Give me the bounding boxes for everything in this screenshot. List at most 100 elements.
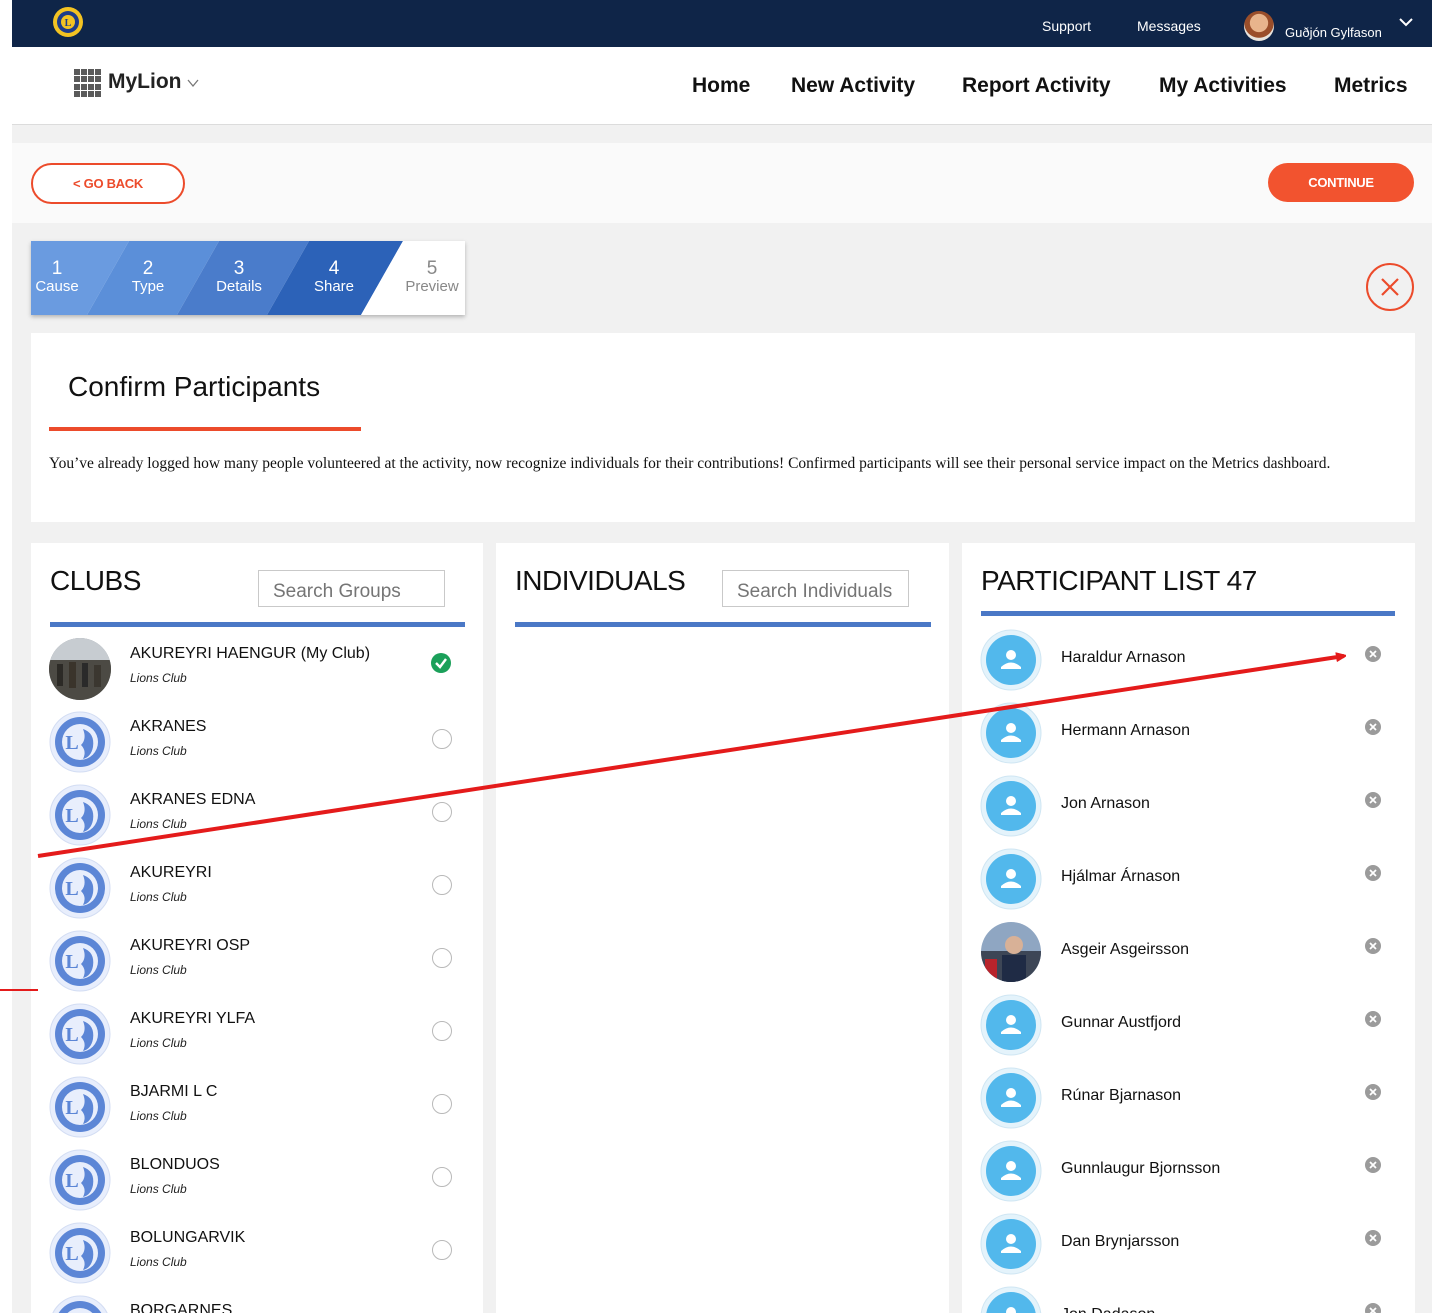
club-name: AKUREYRI xyxy=(130,864,212,881)
remove-participant-icon[interactable] xyxy=(1364,864,1382,882)
default-avatar-icon xyxy=(980,629,1042,691)
club-type: Lions Club xyxy=(130,1109,187,1123)
club-radio[interactable] xyxy=(432,729,452,749)
club-radio[interactable] xyxy=(432,1094,452,1114)
nav-report-activity[interactable]: Report Activity xyxy=(962,74,1111,98)
club-type: Lions Club xyxy=(130,817,187,831)
step-type[interactable]: 2 Type xyxy=(108,259,188,296)
remove-participant-icon[interactable] xyxy=(1364,1010,1382,1028)
user-avatar[interactable] xyxy=(1244,11,1274,41)
remove-participant-icon[interactable] xyxy=(1364,718,1382,736)
club-row[interactable]: LBORGARNESLions Club xyxy=(49,1295,469,1313)
club-radio[interactable] xyxy=(432,802,452,822)
left-gutter xyxy=(0,0,12,1313)
club-row[interactable]: L AKRANES EDNA Lions Club xyxy=(49,784,469,857)
lions-club-logo-icon: L xyxy=(49,1222,111,1284)
main-nav: MyLion Home New Activity Report Activity… xyxy=(12,47,1432,125)
participant-row: Haraldur Arnason xyxy=(980,629,1400,702)
nav-new-activity[interactable]: New Activity xyxy=(791,74,915,98)
club-row[interactable]: AKUREYRI HAENGUR (My Club) Lions Club xyxy=(49,638,469,711)
participant-row: Rúnar Bjarnason xyxy=(980,1067,1400,1140)
remove-participant-icon[interactable] xyxy=(1364,791,1382,809)
svg-text:L: L xyxy=(65,878,78,900)
top-bar: L Support Messages Guðjón Gylfason xyxy=(12,0,1432,47)
lions-club-logo-icon: L xyxy=(49,857,111,919)
lions-club-logo-icon: L xyxy=(49,1149,111,1211)
search-groups-input[interactable] xyxy=(258,570,445,607)
go-back-button[interactable]: < GO BACK xyxy=(31,163,185,204)
search-individuals-input[interactable] xyxy=(722,570,909,607)
club-name: BJARMI L C xyxy=(130,1083,218,1100)
lions-club-logo-icon: L xyxy=(49,1076,111,1138)
default-avatar-icon xyxy=(980,1213,1042,1275)
lions-club-logo-icon: L xyxy=(49,711,111,773)
club-name: AKRANES xyxy=(130,718,207,735)
step-details[interactable]: 3 Details xyxy=(199,259,279,296)
club-row[interactable]: L AKUREYRI OSP Lions Club xyxy=(49,930,469,1003)
club-name: BLONDUOS xyxy=(130,1156,220,1173)
app-grid-icon[interactable] xyxy=(74,69,102,97)
nav-my-activities[interactable]: My Activities xyxy=(1159,74,1287,98)
chevron-down-icon[interactable] xyxy=(1398,14,1414,30)
participant-name: Gunnlaugur Bjornsson xyxy=(1061,1160,1221,1177)
remove-participant-icon[interactable] xyxy=(1364,1083,1382,1101)
club-row[interactable]: L BJARMI L C Lions Club xyxy=(49,1076,469,1149)
club-row[interactable]: L AKRANES Lions Club xyxy=(49,711,469,784)
club-row[interactable]: L AKUREYRI Lions Club xyxy=(49,857,469,930)
check-circle-icon[interactable] xyxy=(430,652,452,674)
continue-button[interactable]: CONTINUE xyxy=(1268,163,1414,202)
club-type: Lions Club xyxy=(130,744,187,758)
step-preview[interactable]: 5 Preview xyxy=(392,259,472,296)
club-name: AKRANES EDNA xyxy=(130,791,256,808)
individuals-panel: INDIVIDUALS xyxy=(496,543,949,1313)
default-avatar-icon xyxy=(980,775,1042,837)
lions-club-logo-icon: L xyxy=(49,784,111,846)
step-cause[interactable]: 1 Cause xyxy=(17,259,97,296)
user-name[interactable]: Guðjón Gylfason xyxy=(1285,25,1382,40)
clubs-title: CLUBS xyxy=(50,565,141,596)
svg-text:L: L xyxy=(65,1170,78,1192)
participant-row: Jon Dadason xyxy=(980,1286,1400,1313)
lions-logo-icon[interactable]: L xyxy=(52,6,84,38)
club-row[interactable]: L BLONDUOS Lions Club xyxy=(49,1149,469,1222)
participant-panel: PARTICIPANT LIST 47 Haraldur Arnason Herm… xyxy=(962,543,1415,1313)
progress-stepper: 1 Cause 2 Type 3 Details 4 Share 5 Preview xyxy=(31,241,465,315)
club-radio[interactable] xyxy=(432,875,452,895)
club-type: Lions Club xyxy=(130,890,187,904)
close-icon[interactable] xyxy=(1365,262,1415,312)
participant-row: Hermann Arnason xyxy=(980,702,1400,775)
default-avatar-icon xyxy=(980,848,1042,910)
remove-participant-icon[interactable] xyxy=(1364,1229,1382,1247)
default-avatar-icon xyxy=(980,1140,1042,1202)
participant-row: Dan Brynjarsson xyxy=(980,1213,1400,1286)
brand-chevron-down-icon[interactable] xyxy=(186,77,200,89)
brand-name[interactable]: MyLion xyxy=(108,70,182,94)
remove-participant-icon[interactable] xyxy=(1364,937,1382,955)
clubs-rule xyxy=(50,622,465,627)
clubs-panel: CLUBS AKUREYRI HAENGUR (My Club) Lions Cl… xyxy=(31,543,483,1313)
remove-participant-icon[interactable] xyxy=(1364,645,1382,663)
support-link[interactable]: Support xyxy=(1042,18,1091,34)
club-radio[interactable] xyxy=(432,1021,452,1041)
action-row: < GO BACK CONTINUE xyxy=(12,143,1432,223)
default-avatar-icon xyxy=(980,1286,1042,1313)
club-row[interactable]: L BOLUNGARVIK Lions Club xyxy=(49,1222,469,1295)
default-avatar-icon xyxy=(980,1067,1042,1129)
club-radio[interactable] xyxy=(432,1167,452,1187)
nav-metrics[interactable]: Metrics xyxy=(1334,74,1408,98)
club-radio[interactable] xyxy=(432,1240,452,1260)
messages-link[interactable]: Messages xyxy=(1137,18,1201,34)
participant-row: Gunnar Austfjord xyxy=(980,994,1400,1067)
remove-participant-icon[interactable] xyxy=(1364,1302,1382,1313)
club-row[interactable]: L AKUREYRI YLFA Lions Club xyxy=(49,1003,469,1076)
club-type: Lions Club xyxy=(130,963,187,977)
step-share[interactable]: 4 Share xyxy=(294,259,374,296)
participant-name: Rúnar Bjarnason xyxy=(1061,1087,1182,1104)
remove-participant-icon[interactable] xyxy=(1364,1156,1382,1174)
nav-home[interactable]: Home xyxy=(692,74,750,98)
club-type: Lions Club xyxy=(130,671,187,685)
participant-name: Dan Brynjarsson xyxy=(1061,1233,1180,1250)
participant-row: Asgeir Asgeirsson xyxy=(980,921,1400,994)
participant-name: Gunnar Austfjord xyxy=(1061,1014,1182,1031)
club-radio[interactable] xyxy=(432,948,452,968)
